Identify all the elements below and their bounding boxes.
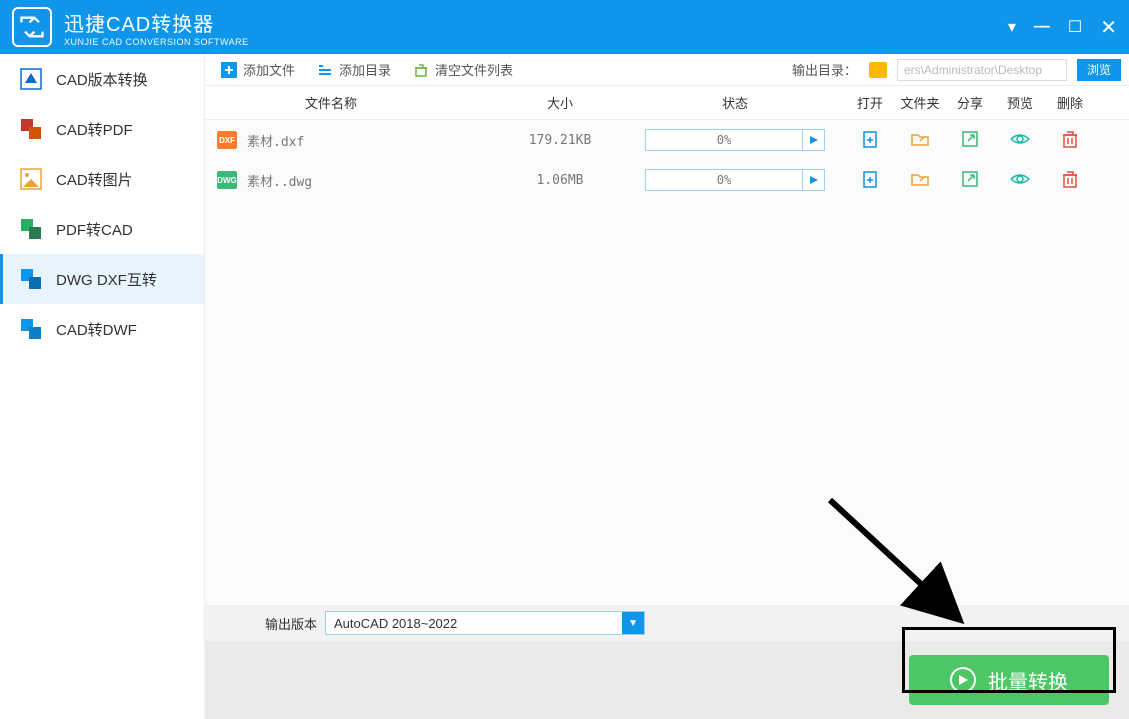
table-row: DWG 素材..dwg 1.06MB 0% bbox=[205, 160, 1129, 200]
open-folder-icon[interactable] bbox=[910, 169, 930, 192]
sidebar-item-pdf-cad[interactable]: PDF转CAD bbox=[0, 204, 204, 254]
output-dir-label: 输出目录： bbox=[792, 60, 857, 79]
open-file-icon[interactable] bbox=[860, 129, 880, 152]
sidebar-item-dwg-dxf[interactable]: DWG DXF互转 bbox=[0, 254, 204, 304]
sidebar-item-label: CAD转DWF bbox=[56, 319, 137, 340]
progress-bar[interactable]: 0% bbox=[645, 129, 825, 151]
add-file-icon bbox=[221, 62, 237, 78]
progress-text: 0% bbox=[646, 133, 802, 147]
table-header: 文件名称 大小 状态 打开 文件夹 分享 预览 删除 bbox=[205, 86, 1129, 120]
toolbar: 添加文件 添加目录 清空文件列表 输出目录： 浏览 bbox=[205, 54, 1129, 86]
sidebar-item-cad-pdf[interactable]: CAD转PDF bbox=[0, 104, 204, 154]
cad-dwf-icon bbox=[18, 316, 44, 342]
app-title: 迅捷CAD转换器 bbox=[64, 8, 1008, 37]
titlebar: 迅捷CAD转换器 XUNJIE CAD CONVERSION SOFTWARE … bbox=[0, 0, 1129, 54]
cad-version-icon bbox=[18, 66, 44, 92]
file-size: 179.21KB bbox=[495, 133, 625, 148]
play-icon[interactable] bbox=[802, 170, 824, 190]
delete-icon[interactable] bbox=[1061, 129, 1079, 152]
output-version-select[interactable]: AutoCAD 2018~2022 ▼ bbox=[325, 611, 645, 635]
play-icon bbox=[950, 667, 976, 693]
app-subtitle: XUNJIE CAD CONVERSION SOFTWARE bbox=[64, 37, 1008, 47]
sidebar-item-cad-version[interactable]: CAD版本转换 bbox=[0, 54, 204, 104]
folder-icon bbox=[869, 62, 887, 78]
action-bar: 批量转换 bbox=[205, 641, 1129, 719]
file-type-icon: DWG bbox=[217, 171, 237, 189]
play-icon[interactable] bbox=[802, 130, 824, 150]
col-folder: 文件夹 bbox=[895, 93, 945, 112]
dropdown-icon[interactable]: ▾ bbox=[1008, 17, 1016, 37]
add-file-button[interactable]: 添加文件 bbox=[213, 54, 303, 85]
sidebar-item-label: PDF转CAD bbox=[56, 219, 133, 240]
version-bar: 输出版本 AutoCAD 2018~2022 ▼ bbox=[205, 605, 1129, 641]
add-dir-icon bbox=[317, 62, 333, 78]
open-folder-icon[interactable] bbox=[910, 129, 930, 152]
chevron-down-icon: ▼ bbox=[622, 612, 644, 634]
cad-image-icon bbox=[18, 166, 44, 192]
progress-text: 0% bbox=[646, 173, 802, 187]
sidebar-item-label: DWG DXF互转 bbox=[56, 269, 157, 290]
col-share: 分享 bbox=[945, 93, 995, 112]
sidebar-item-label: CAD转图片 bbox=[56, 169, 133, 190]
share-icon[interactable] bbox=[960, 169, 980, 192]
title-block: 迅捷CAD转换器 XUNJIE CAD CONVERSION SOFTWARE bbox=[64, 8, 1008, 47]
clear-list-icon bbox=[413, 62, 429, 78]
col-preview: 预览 bbox=[995, 93, 1045, 112]
col-open: 打开 bbox=[845, 93, 895, 112]
browse-button[interactable]: 浏览 bbox=[1077, 59, 1121, 81]
minimize-icon[interactable]: — bbox=[1034, 18, 1050, 36]
output-version-label: 输出版本 bbox=[265, 614, 317, 633]
delete-icon[interactable] bbox=[1061, 169, 1079, 192]
pdf-cad-icon bbox=[18, 216, 44, 242]
dwg-dxf-icon bbox=[18, 266, 44, 292]
sidebar-item-label: CAD版本转换 bbox=[56, 69, 148, 90]
main-panel: 添加文件 添加目录 清空文件列表 输出目录： 浏览 文件名称 大小 状态 打开 … bbox=[205, 54, 1129, 719]
col-status: 状态 bbox=[625, 93, 845, 112]
preview-icon[interactable] bbox=[1009, 169, 1031, 192]
share-icon[interactable] bbox=[960, 129, 980, 152]
window-controls: ▾ — ☐ ✕ bbox=[1008, 15, 1117, 40]
progress-bar[interactable]: 0% bbox=[645, 169, 825, 191]
file-name: 素材.dxf bbox=[247, 131, 495, 150]
file-name: 素材..dwg bbox=[247, 171, 495, 190]
batch-convert-button[interactable]: 批量转换 bbox=[909, 655, 1109, 705]
sidebar: CAD版本转换 CAD转PDF CAD转图片 PDF转CAD DWG DXF互转… bbox=[0, 54, 205, 719]
output-version-value: AutoCAD 2018~2022 bbox=[326, 616, 622, 631]
maximize-icon[interactable]: ☐ bbox=[1068, 17, 1082, 37]
open-file-icon[interactable] bbox=[860, 169, 880, 192]
sidebar-item-cad-image[interactable]: CAD转图片 bbox=[0, 154, 204, 204]
col-name: 文件名称 bbox=[205, 93, 495, 112]
cad-pdf-icon bbox=[18, 116, 44, 142]
table-row: DXF 素材.dxf 179.21KB 0% bbox=[205, 120, 1129, 160]
app-logo bbox=[12, 7, 52, 47]
sidebar-item-cad-dwf[interactable]: CAD转DWF bbox=[0, 304, 204, 354]
file-type-icon: DXF bbox=[217, 131, 237, 149]
file-size: 1.06MB bbox=[495, 173, 625, 188]
output-path-input[interactable] bbox=[897, 59, 1067, 81]
preview-icon[interactable] bbox=[1009, 129, 1031, 152]
col-size: 大小 bbox=[495, 93, 625, 112]
add-dir-button[interactable]: 添加目录 bbox=[309, 54, 399, 85]
col-delete: 删除 bbox=[1045, 93, 1095, 112]
close-icon[interactable]: ✕ bbox=[1100, 15, 1117, 40]
clear-list-button[interactable]: 清空文件列表 bbox=[405, 54, 521, 85]
sidebar-item-label: CAD转PDF bbox=[56, 119, 133, 140]
